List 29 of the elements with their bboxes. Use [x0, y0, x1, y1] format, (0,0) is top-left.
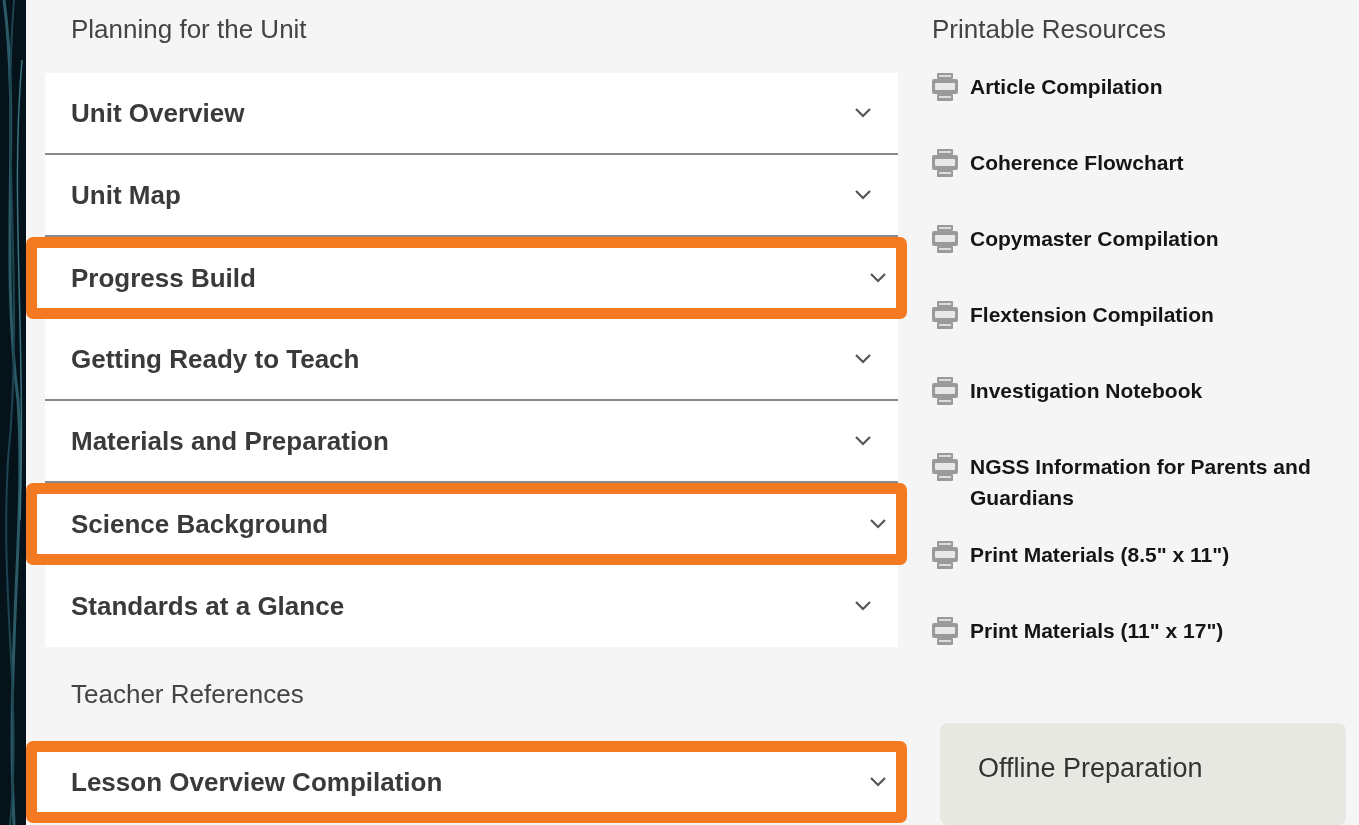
resource-link[interactable]: Coherence Flowchart — [970, 147, 1184, 179]
resource-link[interactable]: Copymaster Compilation — [970, 223, 1219, 255]
resource-link[interactable]: Print Materials (11" x 17") — [970, 615, 1224, 647]
chevron-down-icon — [869, 518, 887, 530]
accordion-item[interactable]: Progress Build — [37, 248, 896, 308]
chevron-down-icon — [854, 107, 872, 119]
card-title: Offline Preparation — [978, 753, 1203, 784]
chevron-down-icon — [854, 600, 872, 612]
accordion-item[interactable]: Getting Ready to Teach — [45, 319, 898, 401]
accordion-item[interactable]: Standards at a Glance — [45, 565, 898, 647]
chevron-down-icon — [854, 353, 872, 365]
resource-link[interactable]: Article Compilation — [970, 71, 1163, 103]
chevron-down-icon — [854, 435, 872, 447]
resource-link[interactable]: Flextension Compilation — [970, 299, 1214, 331]
chevron-down-icon — [869, 272, 887, 284]
offline-preparation-card[interactable]: Offline Preparation — [940, 723, 1346, 825]
resource-link[interactable]: Investigation Notebook — [970, 375, 1203, 407]
accordion-item[interactable]: Unit Overview — [45, 73, 898, 155]
accordion-item[interactable]: Science Background — [37, 494, 896, 554]
section-heading: Teacher References — [70, 678, 305, 711]
chevron-down-icon — [854, 189, 872, 201]
accordion-item[interactable]: Lesson Overview Compilation — [37, 752, 896, 812]
chevron-down-icon — [869, 776, 887, 788]
section-heading: Planning for the Unit — [70, 13, 308, 46]
resource-link[interactable]: Print Materials (8.5" x 11") — [970, 539, 1230, 571]
resource-link[interactable]: NGSS Information for Parents and Guardians — [970, 451, 1346, 514]
section-heading: Printable Resources — [932, 13, 1168, 46]
accordion-item[interactable]: Materials and Preparation — [45, 401, 898, 483]
accordion-item[interactable]: Unit Map — [45, 155, 898, 237]
